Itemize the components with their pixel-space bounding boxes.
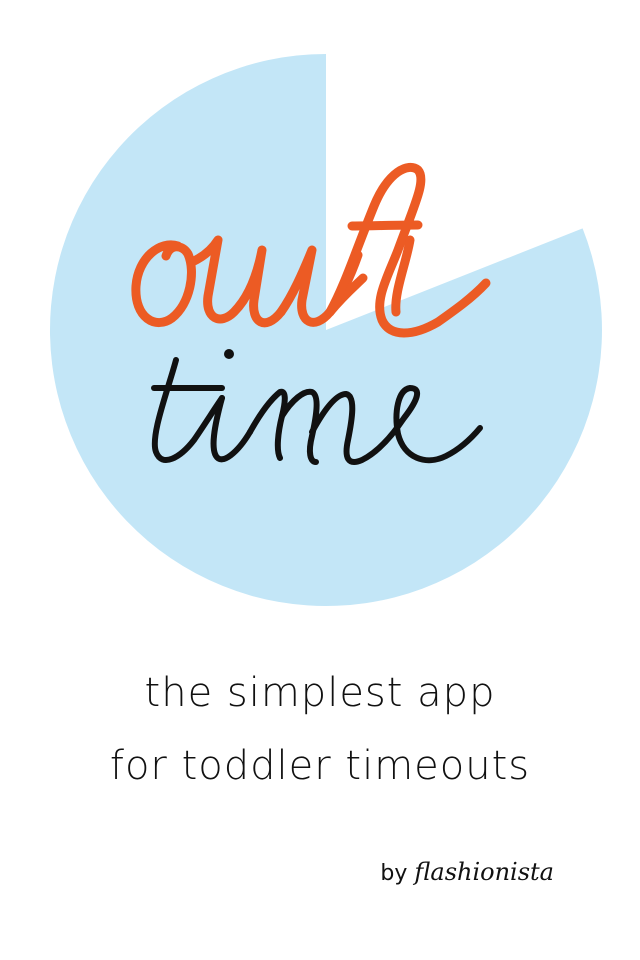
byline: by flashionista <box>380 858 554 886</box>
logo <box>49 54 602 606</box>
byline-prefix: by <box>380 861 408 886</box>
tagline-line-2: for toddler timeouts <box>109 743 531 789</box>
splash-screen: the simplest app for toddler timeouts by… <box>0 0 640 960</box>
timer-wedge <box>49 54 602 606</box>
byline-brand: flashionista <box>414 858 554 886</box>
tagline-line-1: the simplest app <box>144 670 496 716</box>
logo-i-dot <box>224 349 234 359</box>
